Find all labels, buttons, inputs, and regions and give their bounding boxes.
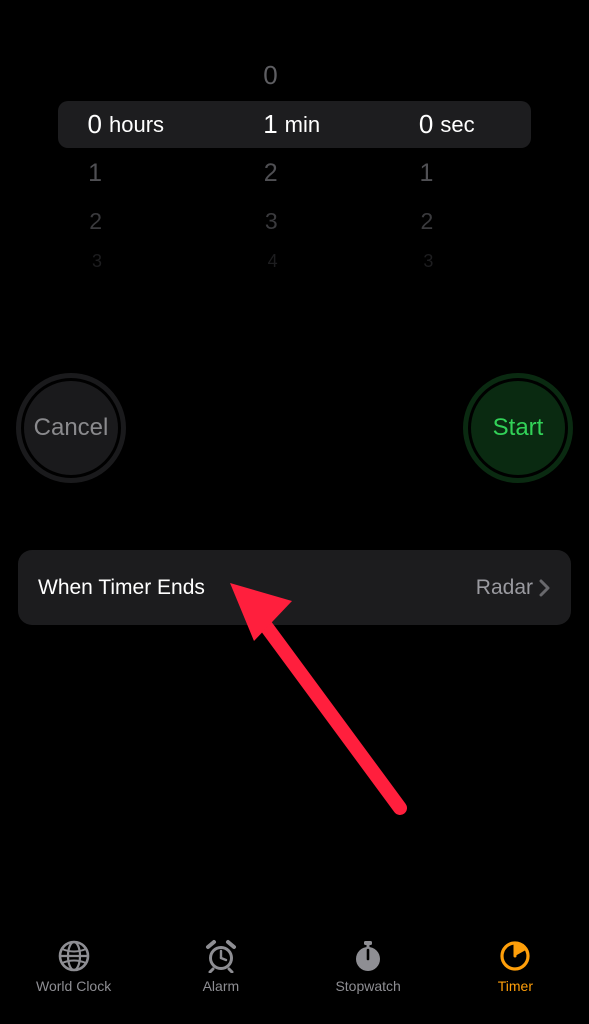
timer-icon — [498, 938, 532, 974]
tab-label: Alarm — [203, 978, 240, 994]
when-timer-ends-row[interactable]: When Timer Ends Radar — [18, 550, 571, 625]
picker-minutes-option: 4 — [216, 238, 374, 285]
picker-hours-option: 3 — [58, 238, 216, 285]
duration-picker[interactable]: 0 hours 1 2 3 0 1 min 2 3 4 0 sec 1 2 — [0, 50, 589, 270]
alarm-clock-icon — [203, 938, 239, 974]
picker-hours-column[interactable]: 0 hours 1 2 3 — [58, 50, 216, 270]
picker-seconds-option: 3 — [373, 238, 531, 285]
tab-label: Timer — [498, 978, 533, 994]
cancel-button-label: Cancel — [34, 414, 109, 442]
tab-label: Stopwatch — [335, 978, 400, 994]
picker-seconds-option: 1 — [373, 150, 531, 197]
start-button-label: Start — [493, 414, 544, 442]
picker-hours-option: 1 — [58, 150, 216, 197]
picker-minutes-option: 2 — [216, 150, 374, 197]
picker-minutes-option: 0 — [216, 52, 374, 99]
tab-bar: World Clock Alarm Stopwa — [0, 930, 589, 1024]
picker-minutes-selected: 1 min — [216, 101, 374, 148]
when-timer-ends-value: Radar — [476, 576, 533, 600]
start-button[interactable]: Start — [463, 373, 573, 483]
tab-alarm[interactable]: Alarm — [147, 938, 294, 994]
chevron-right-icon — [539, 579, 551, 597]
picker-seconds-selected: 0 sec — [373, 101, 531, 148]
cancel-button[interactable]: Cancel — [16, 373, 126, 483]
tab-timer[interactable]: Timer — [442, 938, 589, 994]
stopwatch-icon — [352, 938, 384, 974]
globe-icon — [57, 938, 91, 974]
when-timer-ends-label: When Timer Ends — [38, 576, 476, 600]
picker-seconds-column[interactable]: 0 sec 1 2 3 — [373, 50, 531, 270]
tab-label: World Clock — [36, 978, 111, 994]
picker-minutes-column[interactable]: 0 1 min 2 3 4 — [216, 50, 374, 270]
picker-hours-selected: 0 hours — [58, 101, 216, 148]
tab-world-clock[interactable]: World Clock — [0, 938, 147, 994]
tab-stopwatch[interactable]: Stopwatch — [295, 938, 442, 994]
